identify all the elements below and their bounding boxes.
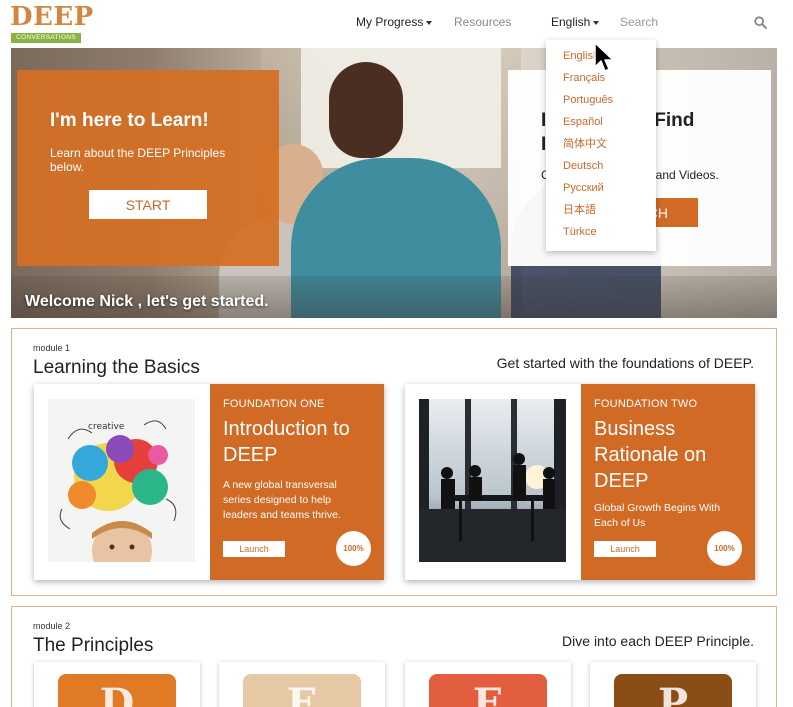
language-option-espanol[interactable]: Español bbox=[563, 116, 603, 129]
principle-tile: P bbox=[614, 674, 732, 707]
language-option-japanese[interactable]: 日本語 bbox=[563, 204, 596, 217]
module-2-section: module 2 The Principles Dive into each D… bbox=[11, 606, 777, 707]
foundation-one-card[interactable]: creative FOUNDATION ONE Introduction to … bbox=[34, 384, 384, 580]
principle-card-p[interactable]: P bbox=[590, 662, 756, 707]
principle-card-d[interactable]: D bbox=[34, 662, 200, 707]
module-tagline: Get started with the foundations of DEEP… bbox=[496, 355, 754, 371]
nav-resources[interactable]: Resources bbox=[454, 15, 511, 29]
module-tagline: Dive into each DEEP Principle. bbox=[562, 633, 754, 649]
language-option-chinese[interactable]: 简体中文 bbox=[563, 138, 607, 151]
foundation-title: Introduction to DEEP bbox=[223, 418, 350, 466]
foundation-one-image: creative bbox=[48, 399, 195, 562]
launch-button[interactable]: Launch bbox=[223, 541, 285, 557]
find-desc-right: and Videos. bbox=[655, 168, 719, 182]
creative-brain-illustration: creative bbox=[48, 399, 195, 562]
principle-card-e1[interactable]: E bbox=[219, 662, 385, 707]
principle-letter: E bbox=[286, 680, 318, 707]
foundation-title: Business Rationale on DEEP bbox=[594, 418, 707, 492]
language-option-russian[interactable]: Русский bbox=[563, 182, 604, 195]
foundation-description: Global Growth Begins With Each of Us bbox=[594, 502, 721, 529]
language-option-portugues[interactable]: Português bbox=[563, 94, 613, 107]
language-option-deutsch[interactable]: Deutsch bbox=[563, 160, 603, 173]
meeting-room-photo bbox=[419, 399, 566, 562]
chevron-down-icon bbox=[426, 20, 433, 25]
principle-letter: P bbox=[657, 680, 689, 707]
learn-title: I'm here to Learn! bbox=[50, 110, 209, 131]
foundation-description: A new global transversal series designed… bbox=[223, 479, 341, 521]
principle-tile: E bbox=[429, 674, 547, 707]
search-input[interactable] bbox=[614, 11, 744, 33]
learn-card: I'm here to Learn! Learn about the DEEP … bbox=[17, 70, 279, 266]
search-icon[interactable] bbox=[754, 16, 767, 29]
foundation-two-panel: FOUNDATION TWO Business Rationale on DEE… bbox=[581, 384, 755, 580]
chevron-down-icon bbox=[593, 20, 600, 25]
logo-word: DEEP bbox=[10, 2, 94, 32]
nav-language[interactable]: English bbox=[551, 15, 600, 29]
language-option-turkce[interactable]: Türkce bbox=[563, 226, 597, 239]
find-title-right: Find bbox=[654, 110, 695, 131]
hero-banner: I'm here to Learn! Learn about the DEEP … bbox=[11, 48, 777, 318]
foundation-label: FOUNDATION TWO bbox=[594, 398, 698, 410]
top-header: DEEP CONVERSATIONS My Progress Resources… bbox=[0, 0, 793, 46]
principle-letter: D bbox=[99, 680, 135, 707]
mouse-pointer-icon bbox=[594, 42, 614, 72]
module-1-section: module 1 Learning the Basics Get started… bbox=[11, 328, 777, 596]
module-title: The Principles bbox=[33, 635, 154, 656]
principle-tile: D bbox=[58, 674, 176, 707]
module-number: module 2 bbox=[33, 621, 71, 631]
principle-tile: E bbox=[243, 674, 361, 707]
svg-text:creative: creative bbox=[88, 422, 125, 432]
module-number: module 1 bbox=[33, 343, 71, 353]
start-button[interactable]: START bbox=[89, 190, 207, 219]
welcome-message: Welcome Nick , let's get started. bbox=[25, 293, 269, 310]
principle-letter: E bbox=[472, 680, 504, 707]
progress-badge: 100% bbox=[707, 531, 742, 566]
module-title: Learning the Basics bbox=[33, 357, 200, 378]
logo-tagline: CONVERSATIONS bbox=[11, 33, 81, 43]
foundation-two-image bbox=[419, 399, 566, 562]
nav-my-progress-label: My Progress bbox=[356, 15, 424, 29]
launch-button[interactable]: Launch bbox=[594, 541, 656, 557]
foundation-label: FOUNDATION ONE bbox=[223, 398, 325, 410]
foundation-two-card[interactable]: FOUNDATION TWO Business Rationale on DEE… bbox=[405, 384, 755, 580]
learn-description: Learn about the DEEP Principles below. bbox=[50, 146, 226, 174]
foundation-one-panel: FOUNDATION ONE Introduction to DEEP A ne… bbox=[210, 384, 384, 580]
progress-badge: 100% bbox=[336, 531, 371, 566]
principle-card-e2[interactable]: E bbox=[405, 662, 571, 707]
deep-logo[interactable]: DEEP CONVERSATIONS bbox=[10, 2, 94, 43]
nav-language-label: English bbox=[551, 15, 591, 29]
hero-person-shape bbox=[329, 62, 403, 158]
nav-my-progress[interactable]: My Progress bbox=[356, 15, 433, 29]
